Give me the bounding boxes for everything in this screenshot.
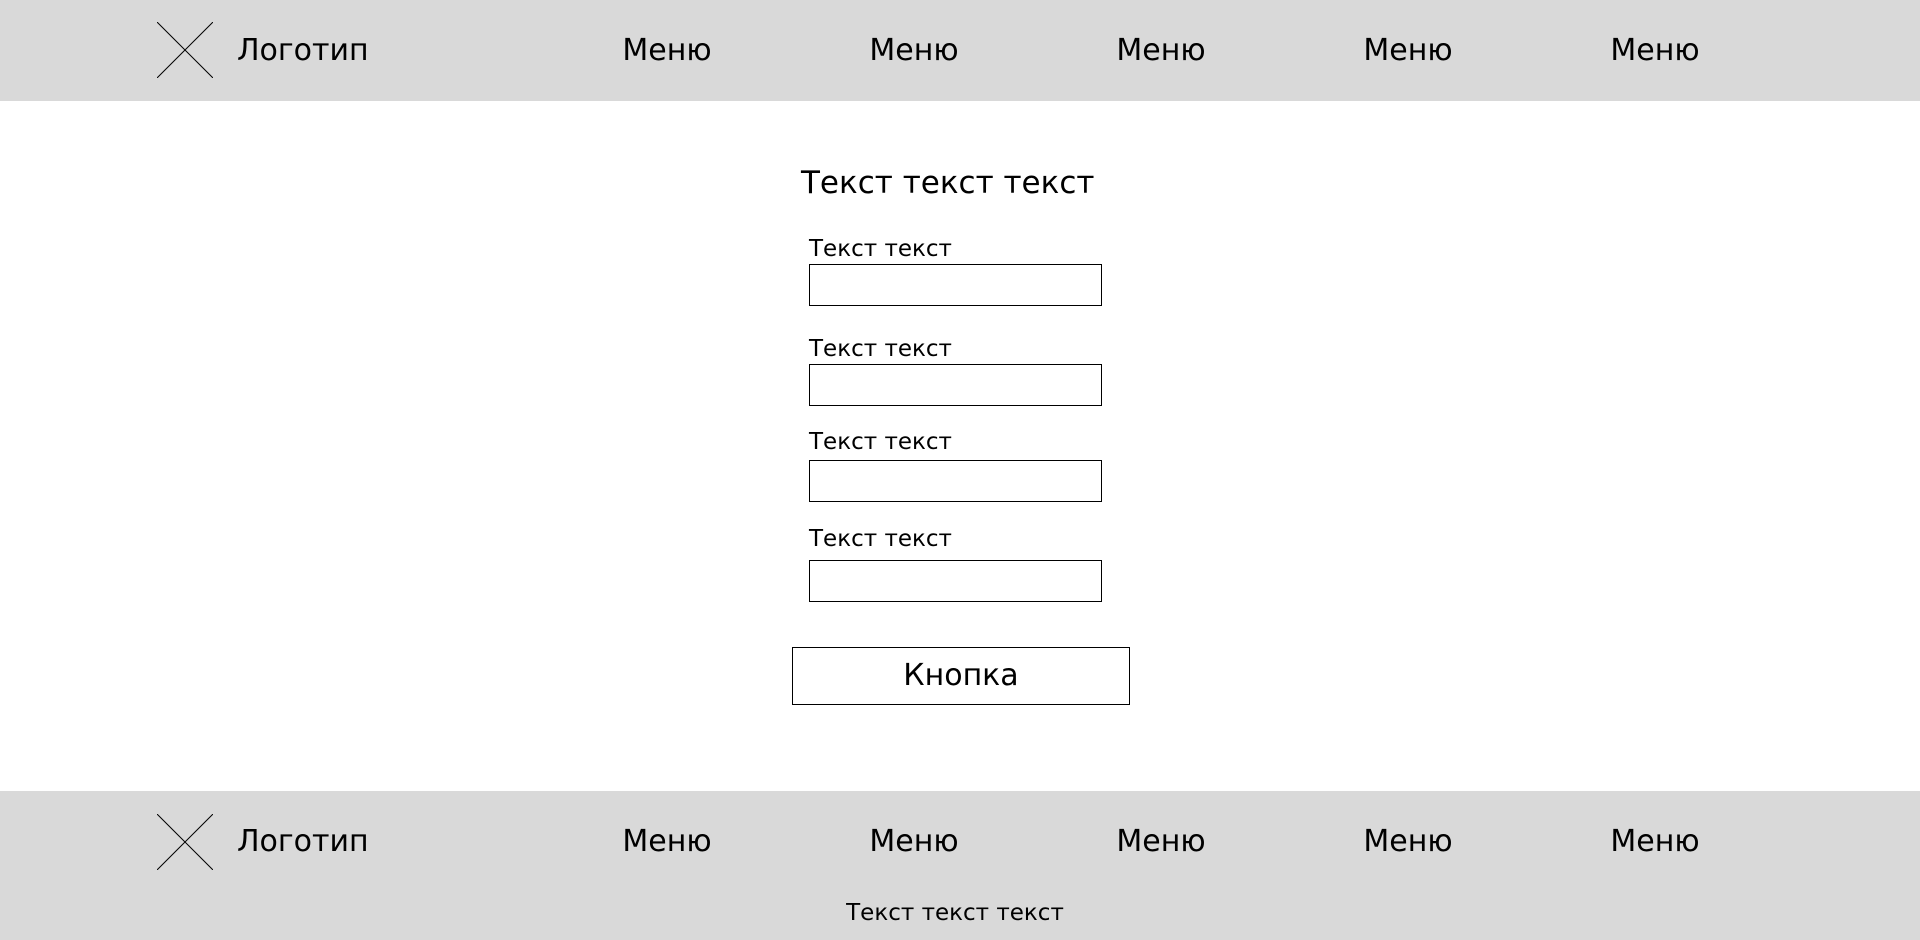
footer-logo-placeholder-icon[interactable] [157, 814, 213, 870]
footer-menu-item-3[interactable]: Меню [1091, 824, 1231, 860]
field-label-3: Текст текст [809, 429, 952, 455]
footer-menu-item-1[interactable]: Меню [597, 824, 737, 860]
text-field-4[interactable] [809, 560, 1102, 602]
footer-menu-item-2[interactable]: Меню [844, 824, 984, 860]
header-menu-item-3[interactable]: Меню [1091, 33, 1231, 69]
text-field-1[interactable] [809, 264, 1102, 306]
x-icon [157, 22, 213, 78]
text-field-2[interactable] [809, 364, 1102, 406]
field-label-4: Текст текст [809, 526, 952, 552]
form-title: Текст текст текст [801, 165, 1095, 201]
footer-logo-text[interactable]: Логотип [237, 824, 369, 860]
x-icon [157, 814, 213, 870]
logo-text[interactable]: Логотип [237, 33, 369, 69]
footer-text: Текст текст текст [846, 900, 1064, 926]
footer-bar: Логотип Меню Меню Меню Меню Меню Текст т… [0, 791, 1920, 940]
logo-placeholder-icon[interactable] [157, 22, 213, 78]
text-field-3[interactable] [809, 460, 1102, 502]
field-label-2: Текст текст [809, 336, 952, 362]
header-menu-item-1[interactable]: Меню [597, 33, 737, 69]
header-menu-item-2[interactable]: Меню [844, 33, 984, 69]
footer-menu-item-4[interactable]: Меню [1338, 824, 1478, 860]
footer-menu-item-5[interactable]: Меню [1585, 824, 1725, 860]
submit-button[interactable]: Кнопка [792, 647, 1130, 705]
header-bar: Логотип Меню Меню Меню Меню Меню [0, 0, 1920, 101]
header-menu-item-4[interactable]: Меню [1338, 33, 1478, 69]
header-menu-item-5[interactable]: Меню [1585, 33, 1725, 69]
field-label-1: Текст текст [809, 236, 952, 262]
